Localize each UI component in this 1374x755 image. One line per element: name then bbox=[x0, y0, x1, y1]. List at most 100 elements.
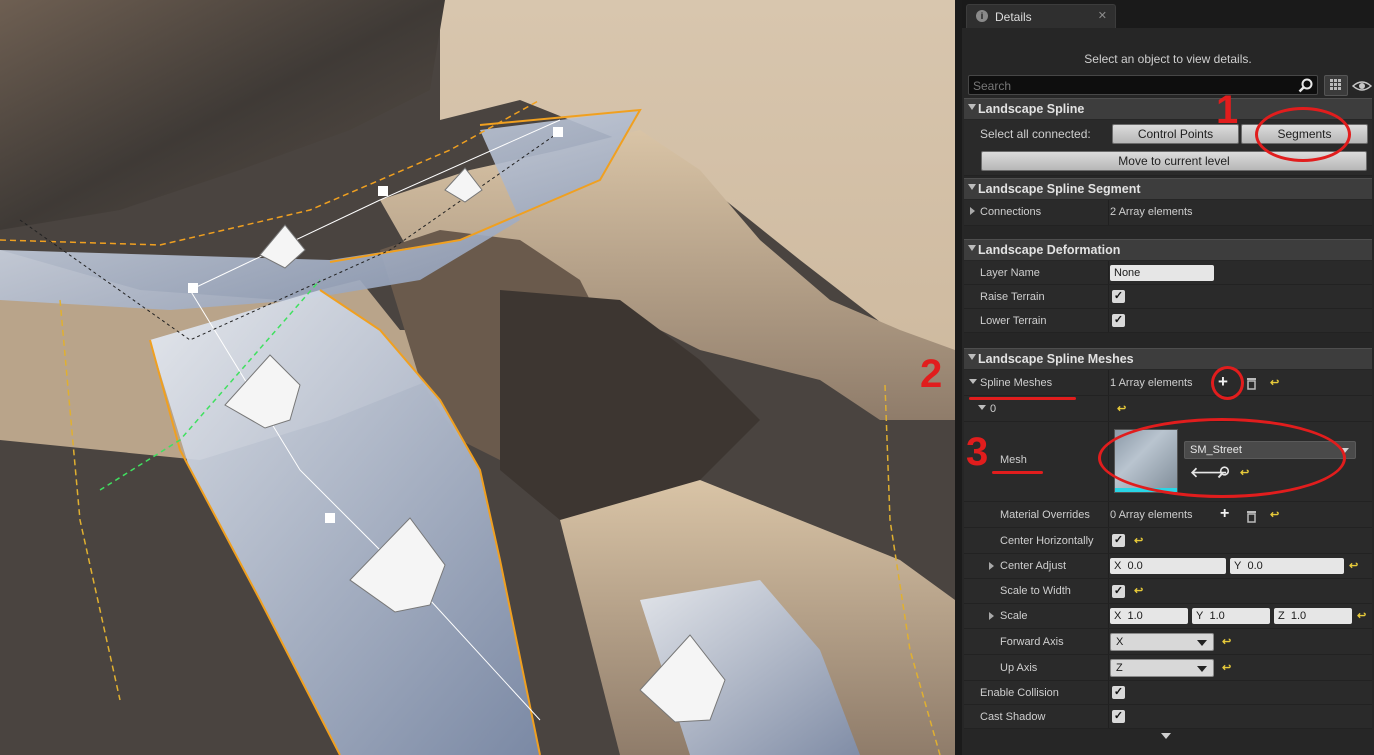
cast-shadow-label: Cast Shadow bbox=[980, 711, 1046, 723]
property-matrix-button[interactable] bbox=[1324, 75, 1348, 96]
category-title: Landscape Spline Meshes bbox=[978, 352, 1134, 366]
category-landscape-deformation[interactable]: Landscape Deformation bbox=[964, 239, 1372, 260]
forward-axis-value: X bbox=[1116, 636, 1124, 648]
collapse-arrow-icon bbox=[968, 104, 976, 110]
enable-collision-checkbox[interactable]: ✓ bbox=[1112, 686, 1125, 699]
column-divider[interactable] bbox=[1108, 655, 1109, 680]
add-element-icon[interactable]: + bbox=[1220, 505, 1229, 523]
center-adjust-x-field[interactable]: X 0.0 bbox=[1110, 558, 1226, 574]
scale-label: Scale bbox=[1000, 610, 1028, 622]
connections-value: 2 Array elements bbox=[1110, 206, 1193, 218]
scale-to-width-checkbox[interactable]: ✓ bbox=[1112, 585, 1125, 598]
spline-meshes-label: Spline Meshes bbox=[980, 377, 1053, 389]
annotation-number-1: 1 bbox=[1216, 88, 1239, 132]
column-divider[interactable] bbox=[1108, 261, 1109, 284]
layer-name-input[interactable]: None bbox=[1110, 265, 1214, 281]
trash-icon[interactable] bbox=[1246, 377, 1257, 390]
center-adjust-y-value: 0.0 bbox=[1247, 560, 1263, 572]
category-spline-meshes[interactable]: Landscape Spline Meshes bbox=[964, 348, 1372, 369]
center-adjust-label: Center Adjust bbox=[1000, 560, 1067, 572]
column-divider[interactable] bbox=[1108, 681, 1109, 704]
expand-arrow-icon[interactable] bbox=[989, 612, 994, 620]
cast-shadow-checkbox[interactable]: ✓ bbox=[1112, 710, 1125, 723]
forward-axis-dropdown[interactable]: X bbox=[1110, 633, 1214, 651]
property-row-forward-axis: Forward Axis X ↩ bbox=[964, 629, 1372, 655]
collapse-arrow-icon bbox=[968, 245, 976, 251]
column-divider[interactable] bbox=[1108, 370, 1109, 395]
lower-terrain-checkbox[interactable]: ✓ bbox=[1112, 314, 1125, 327]
center-adjust-y-field[interactable]: Y 0.0 bbox=[1230, 558, 1344, 574]
axis-x-label: X bbox=[1114, 610, 1122, 622]
search-input[interactable]: Search bbox=[968, 75, 1318, 95]
close-tab-icon[interactable]: ✕ bbox=[1098, 9, 1107, 22]
raise-terrain-label: Raise Terrain bbox=[980, 291, 1045, 303]
center-horizontally-label: Center Horizontally bbox=[1000, 535, 1094, 547]
axis-x-label: X bbox=[1114, 560, 1122, 572]
reset-to-default-icon[interactable]: ↩ bbox=[1349, 559, 1358, 572]
enable-collision-label: Enable Collision bbox=[980, 687, 1059, 699]
property-row-layer-name: Layer Name None bbox=[964, 261, 1372, 285]
collapse-arrow-icon[interactable] bbox=[978, 405, 986, 410]
scale-z-field[interactable]: Z 1.0 bbox=[1274, 608, 1352, 624]
lower-terrain-label: Lower Terrain bbox=[980, 315, 1047, 327]
column-divider[interactable] bbox=[1108, 200, 1109, 225]
reset-to-default-icon[interactable]: ↩ bbox=[1117, 402, 1126, 415]
layer-name-label: Layer Name bbox=[980, 267, 1040, 279]
level-viewport[interactable] bbox=[0, 0, 955, 755]
collapse-arrow-icon[interactable] bbox=[969, 379, 977, 384]
reset-to-default-icon[interactable]: ↩ bbox=[1222, 635, 1231, 648]
mesh-label: Mesh bbox=[1000, 454, 1027, 466]
reset-to-default-icon[interactable]: ↩ bbox=[1222, 661, 1231, 674]
property-row-scale-to-width: Scale to Width ✓ ↩ bbox=[964, 579, 1372, 604]
material-overrides-label: Material Overrides bbox=[1000, 509, 1090, 521]
info-icon: i bbox=[976, 10, 988, 22]
annotation-number-2: 2 bbox=[920, 352, 943, 396]
annotation-circle-add bbox=[1211, 366, 1244, 400]
up-axis-label: Up Axis bbox=[1000, 662, 1038, 674]
expand-arrow-icon[interactable] bbox=[970, 207, 975, 215]
panel-splitter[interactable] bbox=[955, 0, 962, 755]
column-divider[interactable] bbox=[1108, 629, 1109, 654]
scale-y-field[interactable]: Y 1.0 bbox=[1192, 608, 1270, 624]
column-divider[interactable] bbox=[1108, 528, 1109, 553]
scale-to-width-label: Scale to Width bbox=[1000, 585, 1071, 597]
column-divider[interactable] bbox=[1108, 285, 1109, 308]
reset-to-default-icon[interactable]: ↩ bbox=[1270, 508, 1279, 521]
column-divider[interactable] bbox=[1108, 554, 1109, 578]
scale-x-field[interactable]: X 1.0 bbox=[1110, 608, 1188, 624]
column-divider[interactable] bbox=[1108, 604, 1109, 628]
reset-to-default-icon[interactable]: ↩ bbox=[1357, 609, 1366, 622]
property-row-scale: Scale X 1.0 Y 1.0 Z 1.0 ↩ bbox=[964, 604, 1372, 629]
collapse-arrow-icon bbox=[968, 354, 976, 360]
column-divider[interactable] bbox=[1108, 579, 1109, 603]
axis-y-label: Y bbox=[1234, 560, 1242, 572]
material-overrides-value: 0 Array elements bbox=[1110, 509, 1193, 521]
reset-to-default-icon[interactable]: ↩ bbox=[1270, 376, 1279, 389]
select-all-connected-label: Select all connected: bbox=[980, 127, 1091, 141]
column-divider[interactable] bbox=[1108, 309, 1109, 332]
raise-terrain-checkbox[interactable]: ✓ bbox=[1112, 290, 1125, 303]
property-row-center-adjust: Center Adjust X 0.0 Y 0.0 ↩ bbox=[964, 554, 1372, 579]
chevron-down-icon bbox=[1197, 640, 1207, 646]
eye-icon[interactable] bbox=[1351, 76, 1373, 96]
tab-details[interactable]: i Details ✕ bbox=[966, 4, 1116, 28]
center-horizontally-checkbox[interactable]: ✓ bbox=[1112, 534, 1125, 547]
property-row-spline-meshes: Spline Meshes 1 Array elements + ↩ bbox=[964, 370, 1372, 396]
annotation-circle-segments bbox=[1255, 107, 1351, 162]
reset-to-default-icon[interactable]: ↩ bbox=[1134, 584, 1143, 597]
trash-icon[interactable] bbox=[1246, 510, 1257, 523]
column-divider[interactable] bbox=[1108, 502, 1109, 527]
column-divider[interactable] bbox=[1108, 705, 1109, 728]
up-axis-dropdown[interactable]: Z bbox=[1110, 659, 1214, 677]
element-index-label: 0 bbox=[990, 403, 997, 415]
property-row-material-overrides: Material Overrides 0 Array elements + ↩ bbox=[964, 502, 1372, 528]
axis-y-label: Y bbox=[1196, 610, 1204, 622]
property-row-raise-terrain: Raise Terrain ✓ bbox=[964, 285, 1372, 309]
column-divider[interactable] bbox=[1108, 396, 1109, 421]
expand-arrow-icon[interactable] bbox=[989, 562, 994, 570]
scroll-down-arrow-icon[interactable] bbox=[1161, 733, 1171, 739]
reset-to-default-icon[interactable]: ↩ bbox=[1134, 534, 1143, 547]
category-spline-segment[interactable]: Landscape Spline Segment bbox=[964, 178, 1372, 199]
forward-axis-label: Forward Axis bbox=[1000, 636, 1064, 648]
scale-z-value: 1.0 bbox=[1290, 610, 1307, 622]
